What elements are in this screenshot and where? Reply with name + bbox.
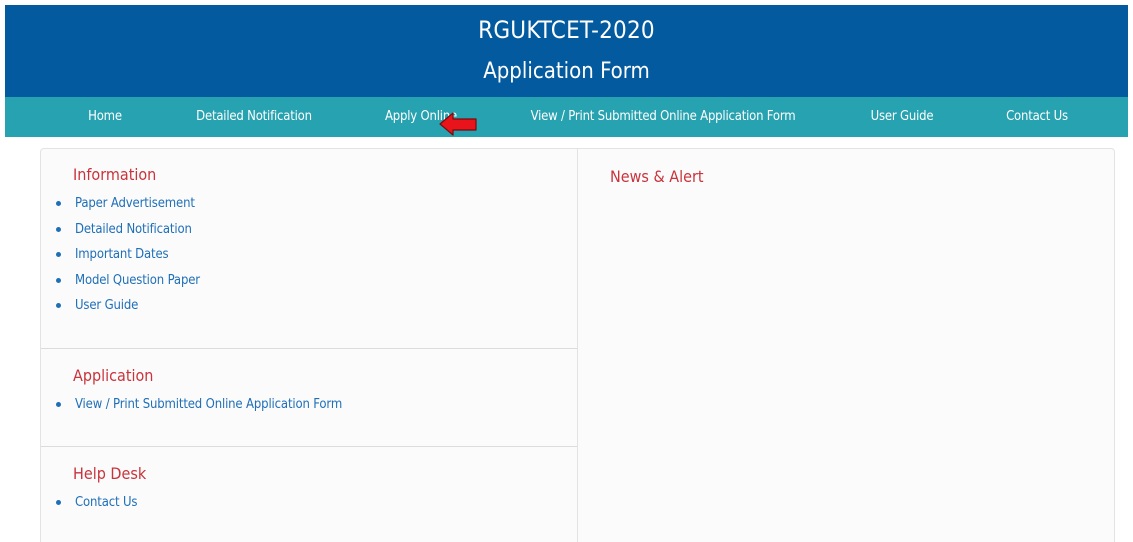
nav-home[interactable]: Home bbox=[88, 97, 122, 137]
link-detailed-notification[interactable]: Detailed Notification bbox=[75, 221, 192, 239]
section-divider bbox=[41, 446, 577, 447]
site-title: RGUKTCET-2020 bbox=[478, 16, 655, 44]
main-nav: Home Detailed Notification Apply Online … bbox=[5, 97, 1128, 137]
bullet-icon bbox=[56, 252, 61, 257]
nav-user-guide[interactable]: User Guide bbox=[871, 97, 934, 137]
list-item[interactable]: Paper Advertisement bbox=[54, 195, 200, 221]
nav-view-print-application[interactable]: View / Print Submitted Online Applicatio… bbox=[531, 97, 796, 137]
list-item[interactable]: Detailed Notification bbox=[54, 221, 200, 247]
bullet-icon bbox=[56, 201, 61, 206]
red-left-arrow-icon bbox=[439, 112, 477, 136]
list-item[interactable]: View / Print Submitted Online Applicatio… bbox=[54, 396, 342, 422]
left-panel: Information Paper Advertisement Detailed… bbox=[40, 148, 578, 542]
link-important-dates[interactable]: Important Dates bbox=[75, 246, 169, 264]
nav-contact-us[interactable]: Contact Us bbox=[1006, 97, 1068, 137]
bullet-icon bbox=[56, 303, 61, 308]
application-title: Application bbox=[73, 366, 154, 385]
help-desk-title: Help Desk bbox=[73, 464, 147, 483]
bullet-icon bbox=[56, 277, 61, 283]
bullet-icon bbox=[56, 500, 61, 505]
news-panel: News & Alert bbox=[578, 148, 1115, 542]
information-links: Paper Advertisement Detailed Notificatio… bbox=[54, 195, 200, 323]
information-title: Information bbox=[73, 165, 157, 184]
link-contact-us[interactable]: Contact Us bbox=[75, 494, 138, 512]
bullet-icon bbox=[56, 226, 61, 232]
application-links: View / Print Submitted Online Applicatio… bbox=[54, 396, 342, 422]
site-header: RGUKTCET-2020 Application Form bbox=[5, 5, 1128, 97]
section-divider bbox=[41, 348, 577, 349]
site-subtitle: Application Form bbox=[483, 59, 650, 84]
list-item[interactable]: Model Question Paper bbox=[54, 272, 200, 298]
link-model-question-paper[interactable]: Model Question Paper bbox=[75, 272, 200, 290]
link-view-print-application[interactable]: View / Print Submitted Online Applicatio… bbox=[75, 396, 342, 414]
list-item[interactable]: Contact Us bbox=[54, 494, 138, 520]
list-item[interactable]: User Guide bbox=[54, 297, 200, 323]
news-title: News & Alert bbox=[610, 167, 704, 186]
bullet-icon bbox=[56, 402, 61, 407]
nav-detailed-notification[interactable]: Detailed Notification bbox=[196, 97, 312, 137]
list-item[interactable]: Important Dates bbox=[54, 246, 200, 272]
link-paper-advertisement[interactable]: Paper Advertisement bbox=[75, 195, 195, 213]
help-desk-links: Contact Us bbox=[54, 494, 138, 520]
link-user-guide[interactable]: User Guide bbox=[75, 297, 138, 315]
